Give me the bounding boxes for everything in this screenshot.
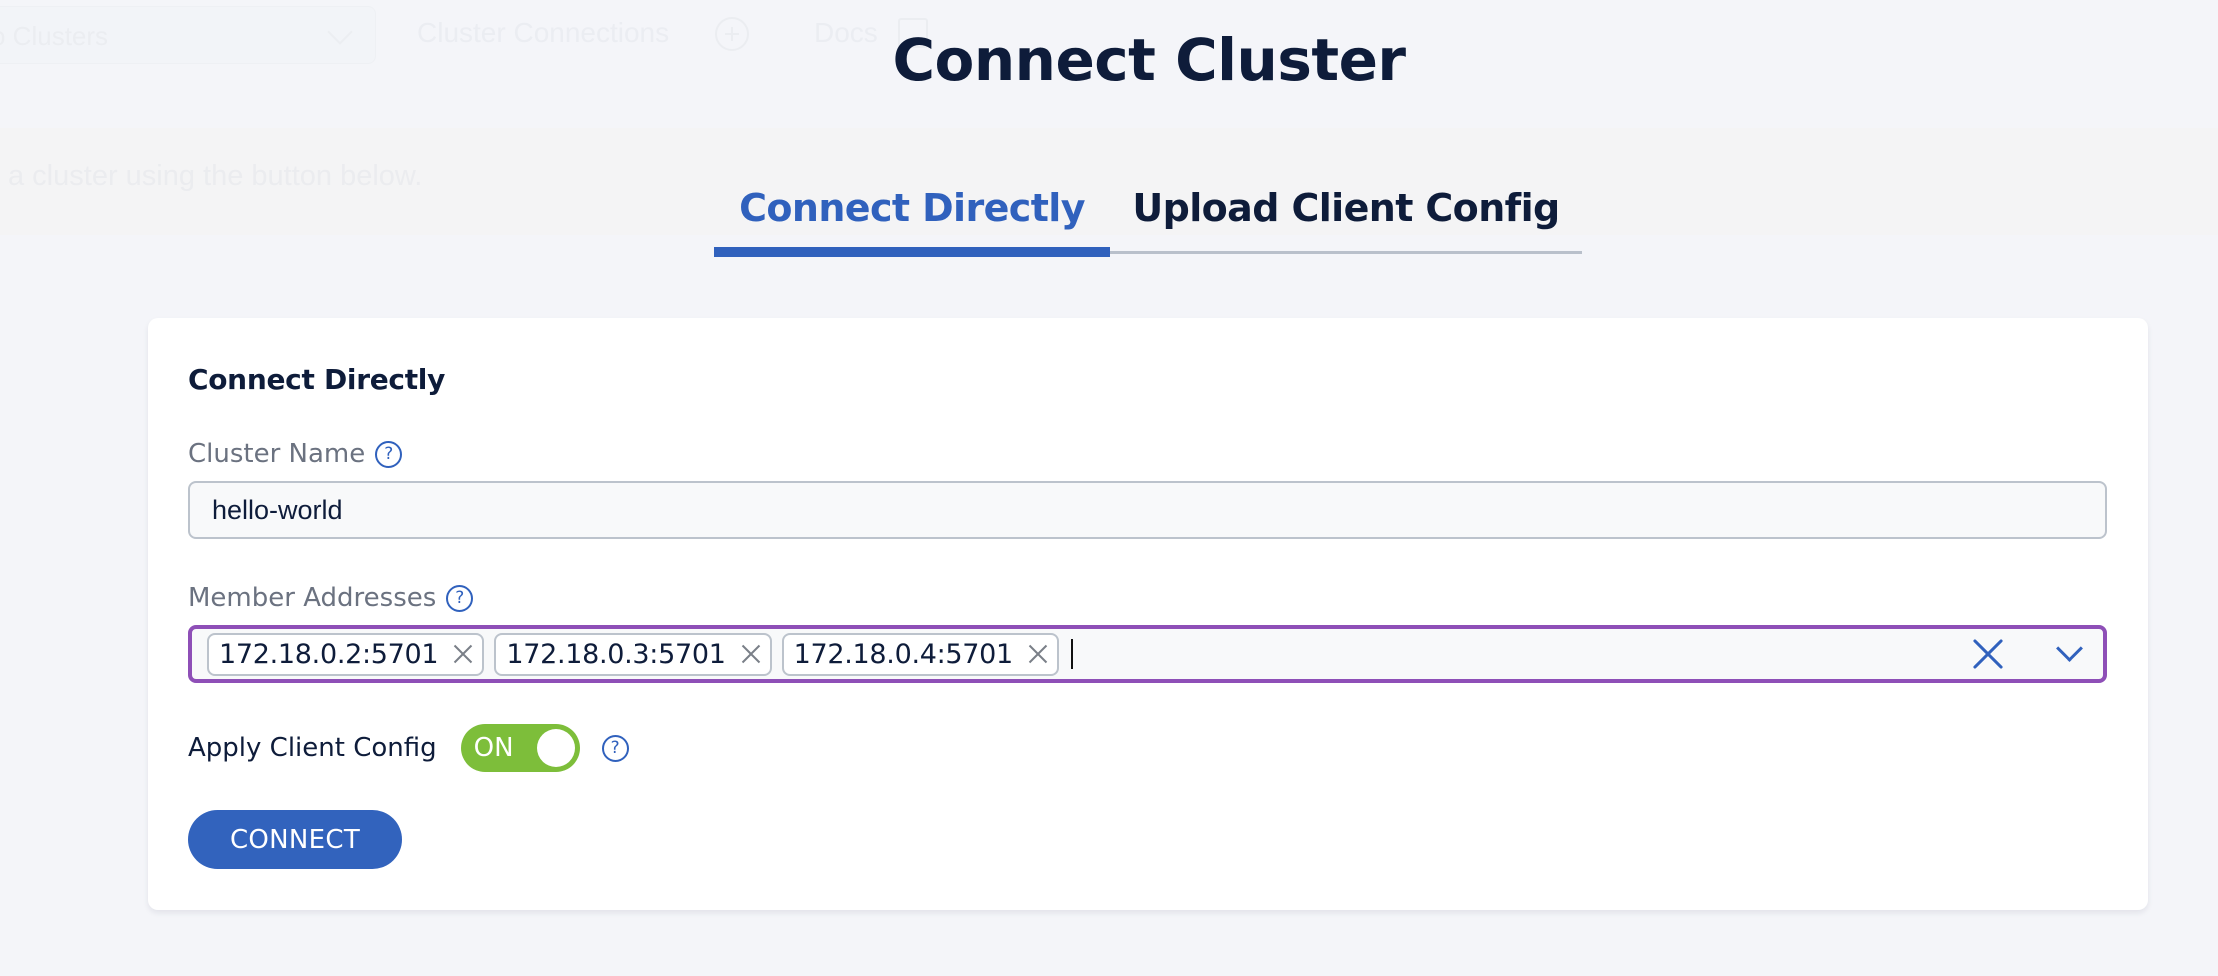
page-title: Connect Cluster bbox=[892, 26, 1406, 94]
tab-connect-directly[interactable]: Connect Directly bbox=[714, 186, 1110, 257]
member-address-chips: 172.18.0.2:5701 172.18.0.3:5701 172.18.0… bbox=[207, 632, 1971, 676]
text-cursor bbox=[1070, 639, 1073, 669]
apply-client-config-toggle[interactable]: ON bbox=[460, 724, 580, 772]
cluster-name-label-text: Cluster Name bbox=[188, 439, 366, 469]
info-banner-text: a cluster using the button below. bbox=[8, 160, 423, 192]
member-addresses-label-text: Member Addresses bbox=[188, 583, 437, 613]
member-addresses-input[interactable]: 172.18.0.2:5701 172.18.0.3:5701 172.18.0… bbox=[188, 625, 2107, 683]
tab-upload-client-config[interactable]: Upload Client Config bbox=[1110, 186, 1582, 254]
connect-button[interactable]: CONNECT bbox=[188, 810, 402, 869]
close-icon[interactable] bbox=[452, 643, 474, 665]
member-address-chip: 172.18.0.4:5701 bbox=[781, 632, 1059, 676]
cluster-name-label: Cluster Name ? bbox=[188, 439, 403, 469]
toggle-state-label: ON bbox=[473, 733, 514, 763]
connect-tabs: Connect Directly Upload Client Config bbox=[714, 186, 1582, 257]
clear-all-icon[interactable] bbox=[1971, 637, 2005, 671]
help-icon[interactable]: ? bbox=[446, 584, 474, 612]
member-addresses-label: Member Addresses ? bbox=[188, 583, 474, 613]
chip-label: 172.18.0.2:5701 bbox=[219, 638, 439, 670]
help-icon[interactable]: ? bbox=[375, 440, 403, 468]
chip-label: 172.18.0.4:5701 bbox=[793, 638, 1014, 670]
card-heading: Connect Directly bbox=[188, 363, 446, 396]
help-icon[interactable]: ? bbox=[601, 734, 629, 762]
member-address-chip: 172.18.0.2:5701 bbox=[207, 632, 485, 676]
close-icon[interactable] bbox=[740, 643, 762, 665]
close-icon[interactable] bbox=[1027, 643, 1049, 665]
cluster-name-input[interactable] bbox=[188, 481, 2107, 539]
chevron-down-icon[interactable] bbox=[2051, 637, 2085, 671]
chip-label: 172.18.0.3:5701 bbox=[506, 638, 726, 670]
member-address-chip: 172.18.0.3:5701 bbox=[494, 632, 772, 676]
connect-directly-card: Connect Directly Cluster Name ? Member A… bbox=[148, 318, 2148, 910]
apply-client-config-label: Apply Client Config bbox=[188, 733, 437, 763]
toggle-knob bbox=[536, 729, 575, 767]
apply-client-config-row: Apply Client Config ON ? bbox=[188, 724, 629, 772]
